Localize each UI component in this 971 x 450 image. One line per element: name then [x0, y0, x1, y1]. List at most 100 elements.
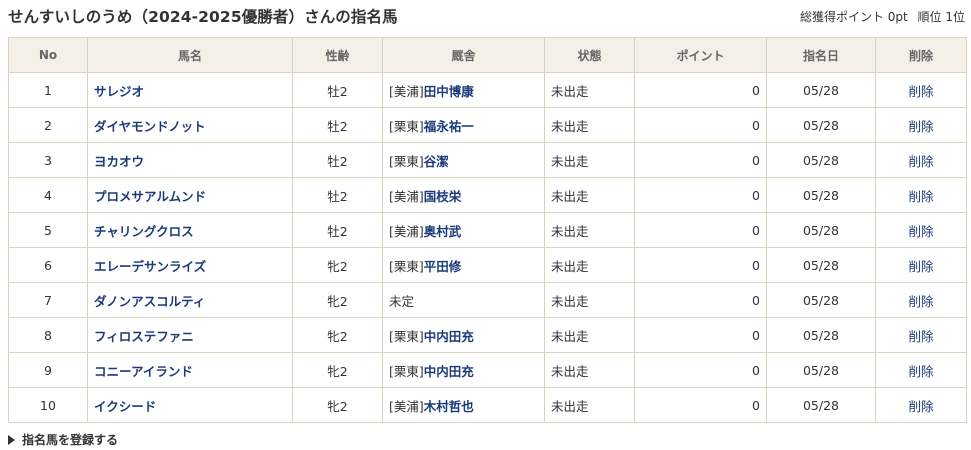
trainer-link[interactable]: 福永祐一	[424, 119, 474, 134]
register-horse-label: 指名馬を登録する	[22, 433, 119, 447]
row-no: 1	[8, 72, 88, 108]
row-stable: [栗東]福永祐一	[382, 107, 545, 143]
table-row: 4 プロメサアルムンド 牡2 [美浦]国枝栄 未出走 0 05/28 削除	[8, 177, 967, 213]
row-points: 0	[634, 212, 767, 248]
column-header-date: 指名日	[766, 37, 876, 73]
horse-name-link[interactable]: イクシード	[94, 399, 156, 414]
total-points: 総獲得ポイント 0pt	[799, 9, 908, 24]
row-sex-age: 牝2	[292, 352, 383, 388]
column-header-name: 馬名	[87, 37, 293, 73]
trainer-link[interactable]: 中内田充	[424, 329, 474, 344]
triangle-right-icon	[8, 434, 15, 445]
column-header-stable: 厩舎	[382, 37, 545, 73]
row-date: 05/28	[766, 142, 876, 178]
horse-name-link[interactable]: プロメサアルムンド	[94, 189, 206, 204]
trainer-link[interactable]: 田中博康	[424, 84, 474, 99]
row-sex-age: 牝2	[292, 317, 383, 353]
horse-name-link[interactable]: フィロステファニ	[94, 329, 194, 344]
table-row: 6 エレーデサンライズ 牝2 [栗東]平田修 未出走 0 05/28 削除	[8, 247, 967, 283]
register-horse-toggle[interactable]: 指名馬を登録する	[8, 431, 118, 448]
row-points: 0	[634, 317, 767, 353]
stable-prefix: [美浦]	[389, 223, 424, 239]
row-points: 0	[634, 387, 767, 423]
delete-link[interactable]: 削除	[908, 259, 933, 274]
row-no: 7	[8, 282, 88, 318]
column-header-status: 状態	[544, 37, 635, 73]
trainer-link[interactable]: 中内田充	[424, 364, 474, 379]
row-status: 未出走	[544, 247, 635, 283]
stable-prefix: [栗東]	[389, 328, 424, 344]
stable-prefix: [美浦]	[389, 188, 424, 204]
horse-name-link[interactable]: エレーデサンライズ	[94, 259, 206, 274]
stable-prefix: [栗東]	[389, 153, 424, 169]
row-status: 未出走	[544, 142, 635, 178]
trainer-link[interactable]: 奥村武	[424, 224, 462, 239]
row-stable: [美浦]木村哲也	[382, 387, 545, 423]
column-header-sex-age: 性齢	[292, 37, 383, 73]
delete-link[interactable]: 削除	[908, 329, 933, 344]
row-stable: [美浦]奥村武	[382, 212, 545, 248]
row-no: 10	[8, 387, 88, 423]
delete-link[interactable]: 削除	[908, 364, 933, 379]
stable-prefix: [栗東]	[389, 363, 424, 379]
horse-name-link[interactable]: チャリングクロス	[94, 224, 194, 239]
row-points: 0	[634, 282, 767, 318]
trainer-link[interactable]: 国枝栄	[424, 189, 462, 204]
delete-link[interactable]: 削除	[908, 399, 933, 414]
row-sex-age: 牡2	[292, 142, 383, 178]
stable-prefix: [栗東]	[389, 258, 424, 274]
table-row: 9 コニーアイランド 牝2 [栗東]中内田充 未出走 0 05/28 削除	[8, 352, 967, 388]
delete-link[interactable]: 削除	[908, 294, 933, 309]
column-header-points: ポイント	[634, 37, 767, 73]
row-stable: [栗東]中内田充	[382, 317, 545, 353]
row-status: 未出走	[544, 352, 635, 388]
horse-name-link[interactable]: ダノンアスコルティ	[94, 294, 205, 309]
trainer-link[interactable]: 平田修	[424, 259, 462, 274]
row-stable: [美浦]田中博康	[382, 72, 545, 108]
row-points: 0	[634, 177, 767, 213]
delete-link[interactable]: 削除	[908, 189, 933, 204]
header: せんすいしのうめ（2024-2025優勝者）さんの指名馬 総獲得ポイント 0pt…	[8, 4, 965, 28]
horse-name-link[interactable]: ダイヤモンドノット	[94, 119, 206, 134]
row-date: 05/28	[766, 107, 876, 143]
rank: 順位 1位	[917, 9, 965, 24]
table-row: 2 ダイヤモンドノット 牡2 [栗東]福永祐一 未出走 0 05/28 削除	[8, 107, 967, 143]
row-sex-age: 牝2	[292, 387, 383, 423]
points-summary: 総獲得ポイント 0pt 順位 1位	[800, 8, 965, 25]
table-row: 5 チャリングクロス 牡2 [美浦]奥村武 未出走 0 05/28 削除	[8, 212, 967, 248]
row-no: 3	[8, 142, 88, 178]
trainer-link[interactable]: 谷潔	[424, 154, 449, 169]
row-stable: [美浦]国枝栄	[382, 177, 545, 213]
column-header-delete: 削除	[875, 37, 967, 73]
row-points: 0	[634, 72, 767, 108]
horse-name-link[interactable]: サレジオ	[94, 84, 144, 99]
row-date: 05/28	[766, 247, 876, 283]
row-status: 未出走	[544, 177, 635, 213]
row-points: 0	[634, 142, 767, 178]
table-row: 1 サレジオ 牡2 [美浦]田中博康 未出走 0 05/28 削除	[8, 72, 967, 108]
row-stable: [栗東]谷潔	[382, 142, 545, 178]
row-date: 05/28	[766, 352, 876, 388]
delete-link[interactable]: 削除	[908, 224, 933, 239]
row-date: 05/28	[766, 177, 876, 213]
row-status: 未出走	[544, 107, 635, 143]
stable-prefix: 未定	[389, 293, 415, 309]
row-sex-age: 牡2	[292, 72, 383, 108]
trainer-link[interactable]: 木村哲也	[424, 399, 474, 414]
column-header-no: No	[8, 37, 88, 73]
delete-link[interactable]: 削除	[908, 84, 933, 99]
horse-name-link[interactable]: コニーアイランド	[94, 364, 193, 379]
table-row: 10 イクシード 牝2 [美浦]木村哲也 未出走 0 05/28 削除	[8, 387, 967, 423]
stable-prefix: [美浦]	[389, 83, 424, 99]
row-stable: [栗東]中内田充	[382, 352, 545, 388]
row-status: 未出走	[544, 72, 635, 108]
table-row: 7 ダノンアスコルティ 牝2 未定 未出走 0 05/28 削除	[8, 282, 967, 318]
row-sex-age: 牝2	[292, 282, 383, 318]
delete-link[interactable]: 削除	[908, 154, 933, 169]
horse-name-link[interactable]: ヨカオウ	[94, 154, 144, 169]
row-no: 5	[8, 212, 88, 248]
row-date: 05/28	[766, 387, 876, 423]
delete-link[interactable]: 削除	[908, 119, 933, 134]
page-title: せんすいしのうめ（2024-2025優勝者）さんの指名馬	[8, 8, 398, 26]
row-points: 0	[634, 352, 767, 388]
